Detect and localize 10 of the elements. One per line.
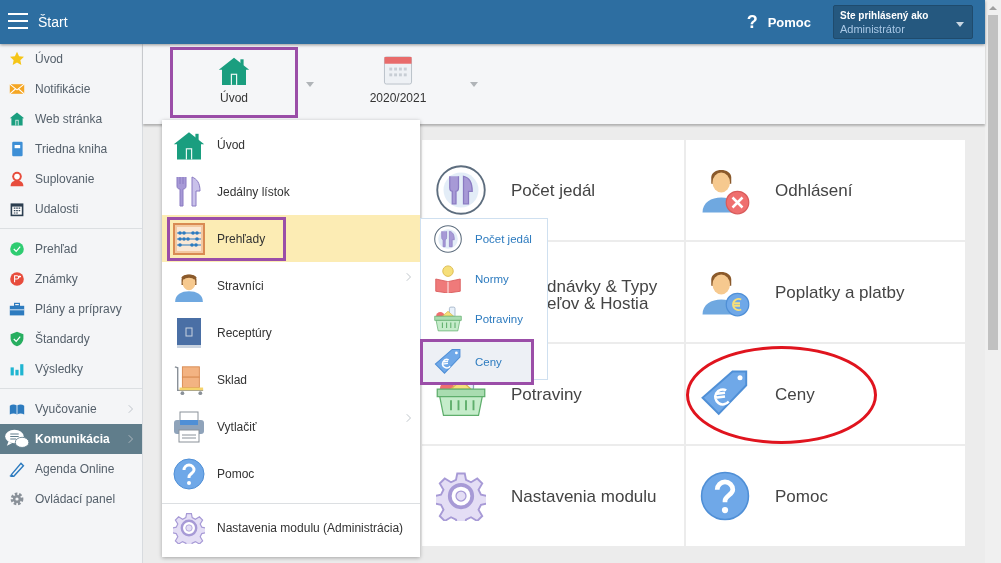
menu-item-label: Úvod	[217, 137, 245, 152]
menu-item-label: Receptúry	[217, 325, 272, 340]
menu-item-label: Vytlačiť	[217, 419, 257, 434]
menu-item-label: Nastavenia modulu (Administrácia)	[217, 520, 404, 535]
menu-item-label: Prehľady	[217, 231, 266, 246]
menu-item-label: Jedálny lístok	[217, 184, 290, 199]
menu-item-label: Stravníci	[217, 278, 264, 293]
page-title: Štart	[38, 14, 68, 30]
menu-item-label: Pomoc	[217, 466, 255, 481]
menu-item-label: Sklad	[217, 372, 248, 387]
